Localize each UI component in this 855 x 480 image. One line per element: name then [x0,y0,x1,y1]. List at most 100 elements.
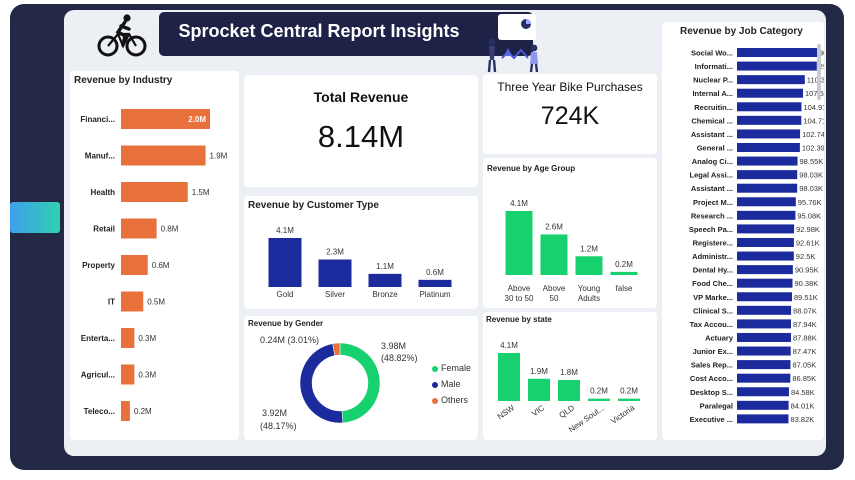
job-category-bar [737,346,791,356]
legend-others-dot [432,397,438,404]
gender-slice [339,342,381,424]
state-category-label: Victoria [609,403,636,426]
age-group-category-label: Adults [578,294,600,303]
state-category-label: VIC [530,403,546,418]
industry-category-label: Property [82,261,115,270]
job-category-label: Social Wo... [691,49,733,58]
industry-value-label: 0.2M [134,407,152,416]
industry-category-label: Manuf... [85,152,115,161]
customer-type-category-label: Silver [325,290,345,299]
industry-bar [121,218,157,239]
job-category-value-label: 87.88K [793,333,817,342]
customer-type-bar [418,279,452,287]
job-category-value-label: 89.51K [794,293,818,302]
age-group-bar [575,256,603,275]
gender-slice [299,343,344,424]
customer-type-chart: 4.1M Gold 2.3M Silver 1.1M Bronze 0.6M Platinum [268,226,452,299]
job-category-label: Actuary [705,333,734,342]
legend-others[interactable]: Others [432,395,468,405]
job-category-value-label: 107.5K [805,89,824,98]
job-category-label: Dental Hy... [693,266,733,275]
state-value-label: 4.1M [500,341,518,350]
industry-bar [121,328,135,348]
customer-type-bar [368,273,402,287]
job-category-bar [737,278,793,288]
gender-card: Revenue by Gender 3.98M (48.82%) 3.92M (48.… [244,316,478,440]
customer-type-bar [268,238,302,287]
legend-female-dot [432,365,438,372]
job-category-label: Cost Acco... [690,374,733,383]
job-category-value-label: 87.05K [792,361,816,370]
gender-female-percent-label: (48.82%) [381,353,418,363]
state-bar [558,379,580,401]
job-category-value-label: 90.95K [795,266,819,275]
job-category-bar [737,170,798,180]
job-category-bar [737,387,789,397]
industry-category-label: Agricul... [81,371,115,380]
job-category-card: Revenue by Job Category Social Wo...30.2… [662,22,824,440]
job-category-scrollbar[interactable] [817,44,821,100]
job-category-label: General ... [697,143,733,152]
job-category-bar [737,251,794,261]
job-category-value-label: 104.71K [803,116,824,125]
age-group-value-label: 4.1M [510,199,528,208]
gender-chart: 3.98M (48.82%) 3.92M (48.17%) 0.24M (3.01%) [260,335,418,431]
total-revenue-value: 8.14M [317,119,405,154]
industry-value-label: 2.0M [188,115,206,124]
legend-female[interactable]: Female [432,363,471,373]
industry-bar [121,145,206,166]
presentation-illustration-icon [484,12,542,74]
job-category-bar [737,360,791,370]
age-group-category-label: 30 to 50 [505,294,534,303]
state-chart: 4.1MNSW1.9MVIC1.8MQLD0.2MNew Sout...0.2M… [496,341,640,434]
job-category-value-label: 87.47K [793,347,817,356]
state-bar [618,398,640,401]
job-category-value-label: 84.58K [791,388,815,397]
state-value-label: 0.2M [590,387,608,396]
industry-chart: Financi... 2.0M Manuf... 1.9M Health 1.5M Reta… [80,109,228,421]
job-category-label: Assistant ... [691,130,733,139]
job-category-value-label: 92.5K [796,252,816,261]
industry-card: Revenue by Industry Financi... 2.0M Manuf.… [70,71,239,440]
industry-value-label: 0.3M [138,371,156,380]
job-category-chart: Social Wo...30.27KInformati...29.95KNucl… [689,48,824,424]
age-group-value-label: 2.6M [545,222,563,231]
job-category-bar [737,197,796,207]
customer-type-value-label: 1.1M [376,262,394,271]
industry-bar [121,401,130,421]
job-category-label: Speech Pa... [689,225,733,234]
age-group-bar [505,211,533,275]
total-revenue-label: Total Revenue [313,89,409,105]
age-group-value-label: 0.2M [615,260,633,269]
job-category-value-label: 104.97K [803,103,824,112]
job-category-label: Desktop S... [690,388,733,397]
job-category-bar [737,156,798,166]
state-value-label: 0.2M [620,387,638,396]
state-bar [498,353,520,401]
age-group-category-label: 50 [550,294,559,303]
state-bar [528,378,550,401]
job-category-label: Junior Ex... [693,347,733,356]
job-category-bar [737,61,817,71]
job-category-value-label: 110.38K [807,76,824,85]
nav-accent-tab[interactable] [10,202,60,233]
job-category-bar [737,115,802,125]
job-category-bar [737,237,794,247]
age-group-category-label: false [616,284,633,293]
job-category-bar [737,373,791,383]
industry-value-label: 0.3M [138,334,156,343]
job-category-label: Legal Assi... [690,171,734,180]
legend-male[interactable]: Male [432,379,461,389]
gender-male-percent-label: (48.17%) [260,421,297,431]
bike-purchases-value: 724K [540,102,600,130]
customer-type-value-label: 0.6M [426,268,444,277]
job-category-bar [737,48,817,57]
job-category-value-label: 88.07K [793,306,817,315]
job-category-bar [737,129,801,139]
job-category-label: Tax Accou... [690,320,733,329]
gender-male-value-label: 3.92M [262,408,287,418]
state-bar [588,398,610,401]
job-category-value-label: 92.61K [796,238,820,247]
legend-male-label: Male [441,379,461,389]
age-group-bar [610,271,638,275]
